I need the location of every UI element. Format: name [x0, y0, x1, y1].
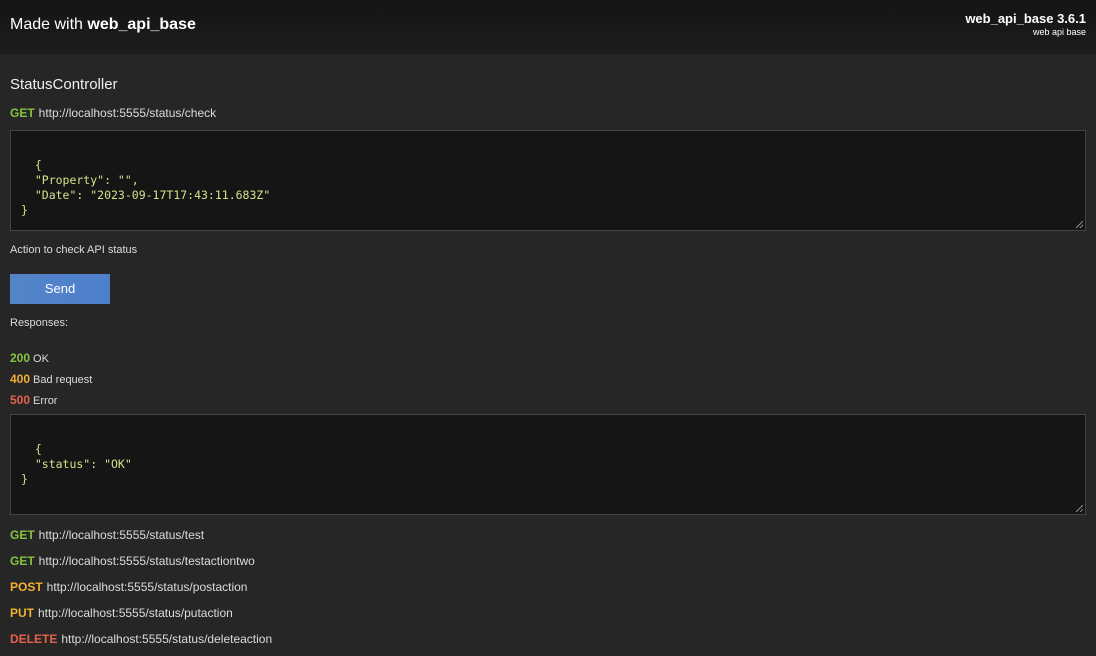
responses-label: Responses:	[10, 317, 69, 329]
response-text: Error	[33, 395, 58, 407]
response-code-item: 500 Error	[10, 393, 57, 407]
response-body-text: { "status": "OK" }	[21, 442, 132, 486]
response-code: 400	[10, 372, 31, 386]
response-body-editor[interactable]: { "status": "OK" }	[10, 414, 1086, 515]
response-code-item: 200 OK	[10, 351, 49, 365]
endpoint-method: GET	[10, 106, 35, 120]
endpoint-url: http://localhost:5555/status/putaction	[38, 606, 233, 620]
response-text: OK	[33, 353, 49, 365]
endpoint-method: PUT	[10, 606, 34, 620]
response-code: 200	[10, 351, 31, 365]
app-subtitle: web api base	[1032, 27, 1086, 37]
endpoint-postaction[interactable]: POST http://localhost:5555/status/postact…	[10, 580, 247, 594]
app-title-name: web_api_base	[87, 16, 196, 33]
endpoint-method: GET	[10, 528, 35, 542]
endpoint-test[interactable]: GET http://localhost:5555/status/test	[10, 528, 204, 542]
endpoint-method: DELETE	[10, 632, 58, 646]
app-header: Made with web_api_base web_api_base 3.6.…	[0, 0, 1096, 54]
endpoint-putaction[interactable]: PUT http://localhost:5555/status/putactio…	[10, 606, 233, 620]
request-body-editor[interactable]: { "Property": "", "Date": "2023-09-17T17…	[10, 130, 1086, 231]
request-body-text: { "Property": "", "Date": "2023-09-17T17…	[21, 158, 271, 217]
endpoint-url: http://localhost:5555/status/deleteactio…	[61, 632, 273, 646]
endpoint-testactiontwo[interactable]: GET http://localhost:5555/status/testacti…	[10, 554, 255, 568]
endpoint-url: http://localhost:5555/status/testactiont…	[38, 554, 255, 568]
endpoint-description: Action to check API status	[10, 244, 138, 256]
endpoint-url: http://localhost:5555/status/check	[38, 106, 217, 120]
endpoint-method: GET	[10, 554, 35, 568]
app-title-prefix: Made with	[10, 16, 88, 33]
response-code: 500	[10, 393, 31, 407]
controller-title: StatusController	[10, 76, 118, 93]
endpoint-url: http://localhost:5555/status/postaction	[46, 580, 248, 594]
response-text: Bad request	[33, 374, 93, 386]
response-code-item: 400 Bad request	[10, 372, 92, 386]
endpoint-check[interactable]: GET http://localhost:5555/status/check	[10, 106, 216, 120]
resize-grip-icon[interactable]	[1076, 505, 1083, 512]
endpoint-url: http://localhost:5555/status/test	[38, 528, 205, 542]
app-version: web_api_base 3.6.1	[965, 11, 1086, 26]
endpoint-method: POST	[10, 580, 43, 594]
resize-grip-icon[interactable]	[1076, 221, 1083, 228]
endpoint-deleteaction[interactable]: DELETE http://localhost:5555/status/delet…	[10, 632, 272, 646]
send-button[interactable]: Send	[10, 274, 110, 304]
app-title: Made with web_api_base	[10, 16, 196, 34]
